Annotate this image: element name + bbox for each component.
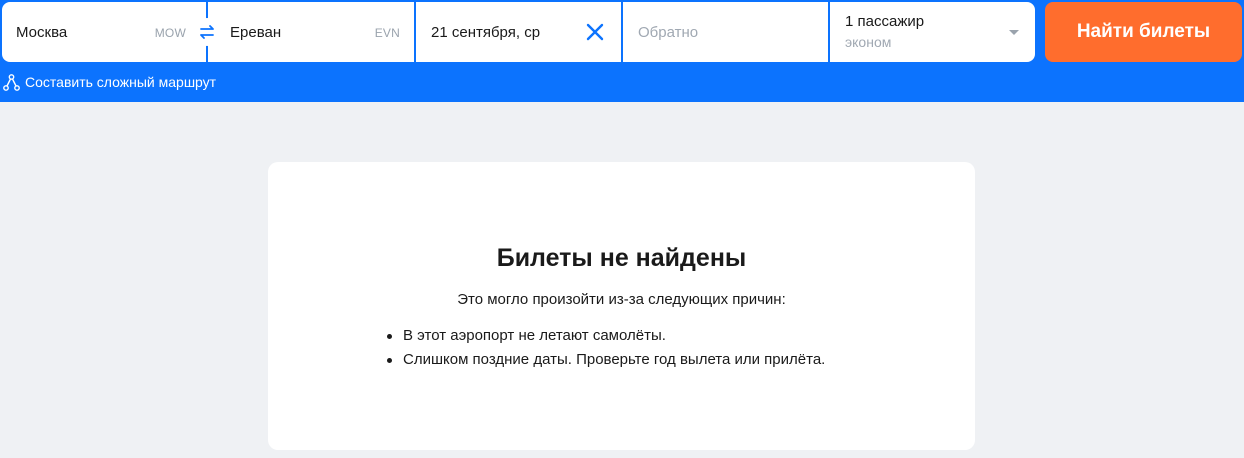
complex-route-label: Составить сложный маршрут [25, 74, 217, 90]
reason-item: Слишком поздние даты. Проверьте год выле… [385, 348, 825, 372]
destination-code: EVN [374, 26, 400, 40]
return-date-placeholder: Обратно [638, 23, 699, 41]
reason-item: В этот аэропорт не летают самолёты. [385, 324, 825, 348]
complex-route-link[interactable]: Составить сложный маршрут [3, 72, 216, 92]
swap-cities-button[interactable] [193, 18, 221, 46]
origin-code: MOW [154, 26, 186, 40]
depart-date-value: 21 сентября, ср [431, 23, 541, 41]
no-results-subtitle: Это могло произойти из-за следующих прич… [457, 291, 786, 308]
origin-city: Москва [16, 23, 68, 41]
route-nodes-icon [3, 73, 20, 91]
destination-city: Ереван [230, 23, 282, 41]
clear-x-icon [586, 23, 604, 41]
search-header: Москва MOW Ереван EVN 21 сентября, ср Об… [0, 0, 1244, 102]
reasons-list: В этот аэропорт не летают самолёты. Слиш… [385, 324, 825, 372]
depart-date-field[interactable]: 21 сентября, ср [416, 2, 623, 62]
return-date-field[interactable]: Обратно [623, 2, 830, 62]
passengers-field[interactable]: 1 пассажир эконом [830, 2, 1035, 62]
no-results-card: Билеты не найдены Это могло произойти из… [268, 162, 975, 450]
no-results-title: Билеты не найдены [496, 244, 747, 272]
origin-field[interactable]: Москва MOW [2, 2, 208, 62]
swap-arrows-icon [200, 25, 214, 39]
passenger-count: 1 пассажир [845, 13, 925, 30]
cabin-class: эконом [845, 34, 892, 50]
find-tickets-button[interactable]: Найти билеты [1045, 2, 1242, 62]
search-form: Москва MOW Ереван EVN 21 сентября, ср Об… [2, 2, 1035, 62]
dropdown-caret-icon [1009, 30, 1019, 35]
clear-date-button[interactable] [583, 20, 607, 44]
destination-field[interactable]: Ереван EVN [208, 2, 416, 62]
